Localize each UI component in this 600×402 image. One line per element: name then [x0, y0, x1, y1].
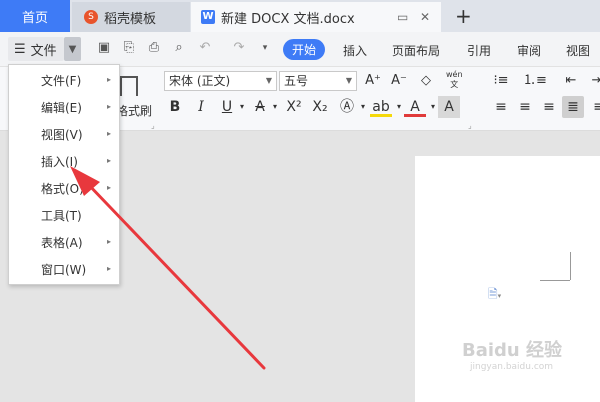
tab-review[interactable]: 审阅 [517, 42, 541, 59]
align-center-icon[interactable]: ≡ [514, 96, 536, 118]
menu-item-tools[interactable]: 工具(T) [9, 202, 119, 228]
pinyin-guide-icon[interactable]: wén 文 [446, 70, 463, 90]
font-name-value: 宋体 (正文) [169, 74, 231, 88]
file-menu-label: 文件 [30, 43, 57, 59]
align-right-icon[interactable]: ≡ [538, 96, 560, 118]
tab-template-label: 稻壳模板 [104, 11, 157, 27]
redo-icon[interactable]: ↷ [232, 41, 246, 55]
align-left-icon[interactable]: ≡ [490, 96, 512, 118]
menu-item-format[interactable]: 格式(O) ▸ [9, 175, 119, 201]
menu-item-table[interactable]: 表格(A) ▸ [9, 229, 119, 255]
baidu-watermark-url: jingyan.baidu.com [470, 362, 554, 372]
submenu-arrow-icon: ▸ [106, 129, 111, 138]
menu-item-insert[interactable]: 插入(I) ▸ [9, 148, 119, 174]
font-size-select[interactable]: 五号 ▼ [279, 71, 357, 91]
chevron-down-icon[interactable]: ▼ [64, 37, 81, 61]
distributed-align-icon[interactable]: ≡ [588, 96, 600, 118]
clipboard-group-expand-icon[interactable]: ⌟ [151, 121, 155, 130]
tab-home[interactable]: 首页 [0, 0, 70, 32]
margin-corner-mark-h [540, 280, 570, 281]
menu-item-label: 窗口(W) [41, 262, 87, 277]
menu-item-window[interactable]: 窗口(W) ▸ [9, 256, 119, 282]
menu-item-file[interactable]: 文件(F) ▸ [9, 67, 119, 93]
italic-icon[interactable]: I [190, 96, 212, 118]
export-pdf-icon[interactable]: ⎘ [122, 41, 136, 55]
tab-document-label: 新建 DOCX 文档.docx [221, 11, 355, 27]
print-icon[interactable]: ⎙ [147, 41, 161, 55]
clear-format-icon[interactable]: ◇ [415, 71, 437, 91]
justify-icon[interactable]: ≣ [562, 96, 584, 118]
tab-home-label: 首页 [21, 10, 48, 26]
menu-item-view[interactable]: 视图(V) ▸ [9, 121, 119, 147]
tab-start[interactable]: 开始 [283, 39, 325, 60]
decrease-indent-icon[interactable]: ⇤ [560, 71, 582, 91]
submenu-arrow-icon: ▸ [106, 156, 111, 165]
bullet-list-icon[interactable]: ⁝≡ [490, 71, 512, 91]
format-painter-label[interactable]: 格式刷 [116, 102, 152, 119]
docer-logo-icon: S [84, 10, 98, 24]
word-doc-icon: W [201, 10, 215, 24]
file-menu-button[interactable]: ☰ 文件 [8, 37, 64, 61]
font-name-select[interactable]: 宋体 (正文) ▼ [164, 71, 277, 91]
tab-insert[interactable]: 插入 [343, 42, 367, 59]
customize-toolbar-icon[interactable]: ▾ [258, 41, 272, 55]
new-tab-button[interactable]: + [455, 4, 472, 28]
menu-item-label: 编辑(E) [41, 100, 82, 115]
tab-template[interactable]: S 稻壳模板 [72, 2, 190, 32]
baidu-watermark: Baidu 经验 [462, 340, 563, 361]
numbered-list-icon[interactable]: ⒈≡ [523, 71, 547, 91]
submenu-arrow-icon: ▸ [106, 102, 111, 111]
pinyin-guide-text: wén [446, 70, 463, 79]
submenu-arrow-icon: ▸ [106, 237, 111, 246]
menu-item-label: 视图(V) [41, 127, 83, 142]
tab-page-layout[interactable]: 页面布局 [392, 42, 440, 59]
increase-font-icon[interactable]: A⁺ [362, 71, 384, 91]
menu-item-label: 格式(O) [41, 181, 84, 196]
hamburger-icon: ☰ [14, 41, 26, 57]
print-preview-icon[interactable]: ⌕ [172, 41, 186, 55]
char-shading-icon[interactable]: A [438, 96, 460, 118]
menu-item-edit[interactable]: 编辑(E) ▸ [9, 94, 119, 120]
save-icon[interactable]: ▣ [97, 41, 111, 55]
font-group-expand-icon[interactable]: ⌟ [468, 121, 472, 130]
close-tab-icon[interactable]: ✕ [420, 10, 430, 24]
superscript-icon[interactable]: X² [283, 96, 305, 118]
menu-item-label: 插入(I) [41, 154, 78, 169]
menu-item-label: 工具(T) [41, 208, 82, 223]
margin-corner-mark [570, 252, 571, 280]
bold-icon[interactable]: B [164, 96, 186, 118]
format-painter-icon[interactable] [120, 76, 138, 96]
increase-indent-icon[interactable]: ⇥ [586, 71, 600, 91]
restore-icon[interactable]: ▭ [397, 10, 408, 24]
paragraph-layout-icon[interactable]: 🗎▾ [488, 285, 501, 306]
submenu-arrow-icon: ▸ [106, 75, 111, 84]
submenu-arrow-icon: ▸ [106, 183, 111, 192]
tab-references[interactable]: 引用 [467, 42, 491, 59]
submenu-arrow-icon: ▸ [106, 264, 111, 273]
menu-item-label: 表格(A) [41, 235, 83, 250]
menu-item-label: 文件(F) [41, 73, 82, 88]
decrease-font-icon[interactable]: A⁻ [388, 71, 410, 91]
font-size-value: 五号 [284, 74, 309, 88]
tab-document[interactable]: W 新建 DOCX 文档.docx ▭ ✕ [191, 2, 441, 32]
subscript-icon[interactable]: X₂ [309, 96, 331, 118]
tab-view[interactable]: 视图 [566, 42, 590, 59]
undo-icon[interactable]: ↶ [198, 41, 212, 55]
file-dropdown-menu: 文件(F) ▸ 编辑(E) ▸ 视图(V) ▸ 插入(I) ▸ 格式(O) ▸ 工具(T)… [8, 64, 120, 285]
tab-start-label: 开始 [291, 43, 316, 57]
